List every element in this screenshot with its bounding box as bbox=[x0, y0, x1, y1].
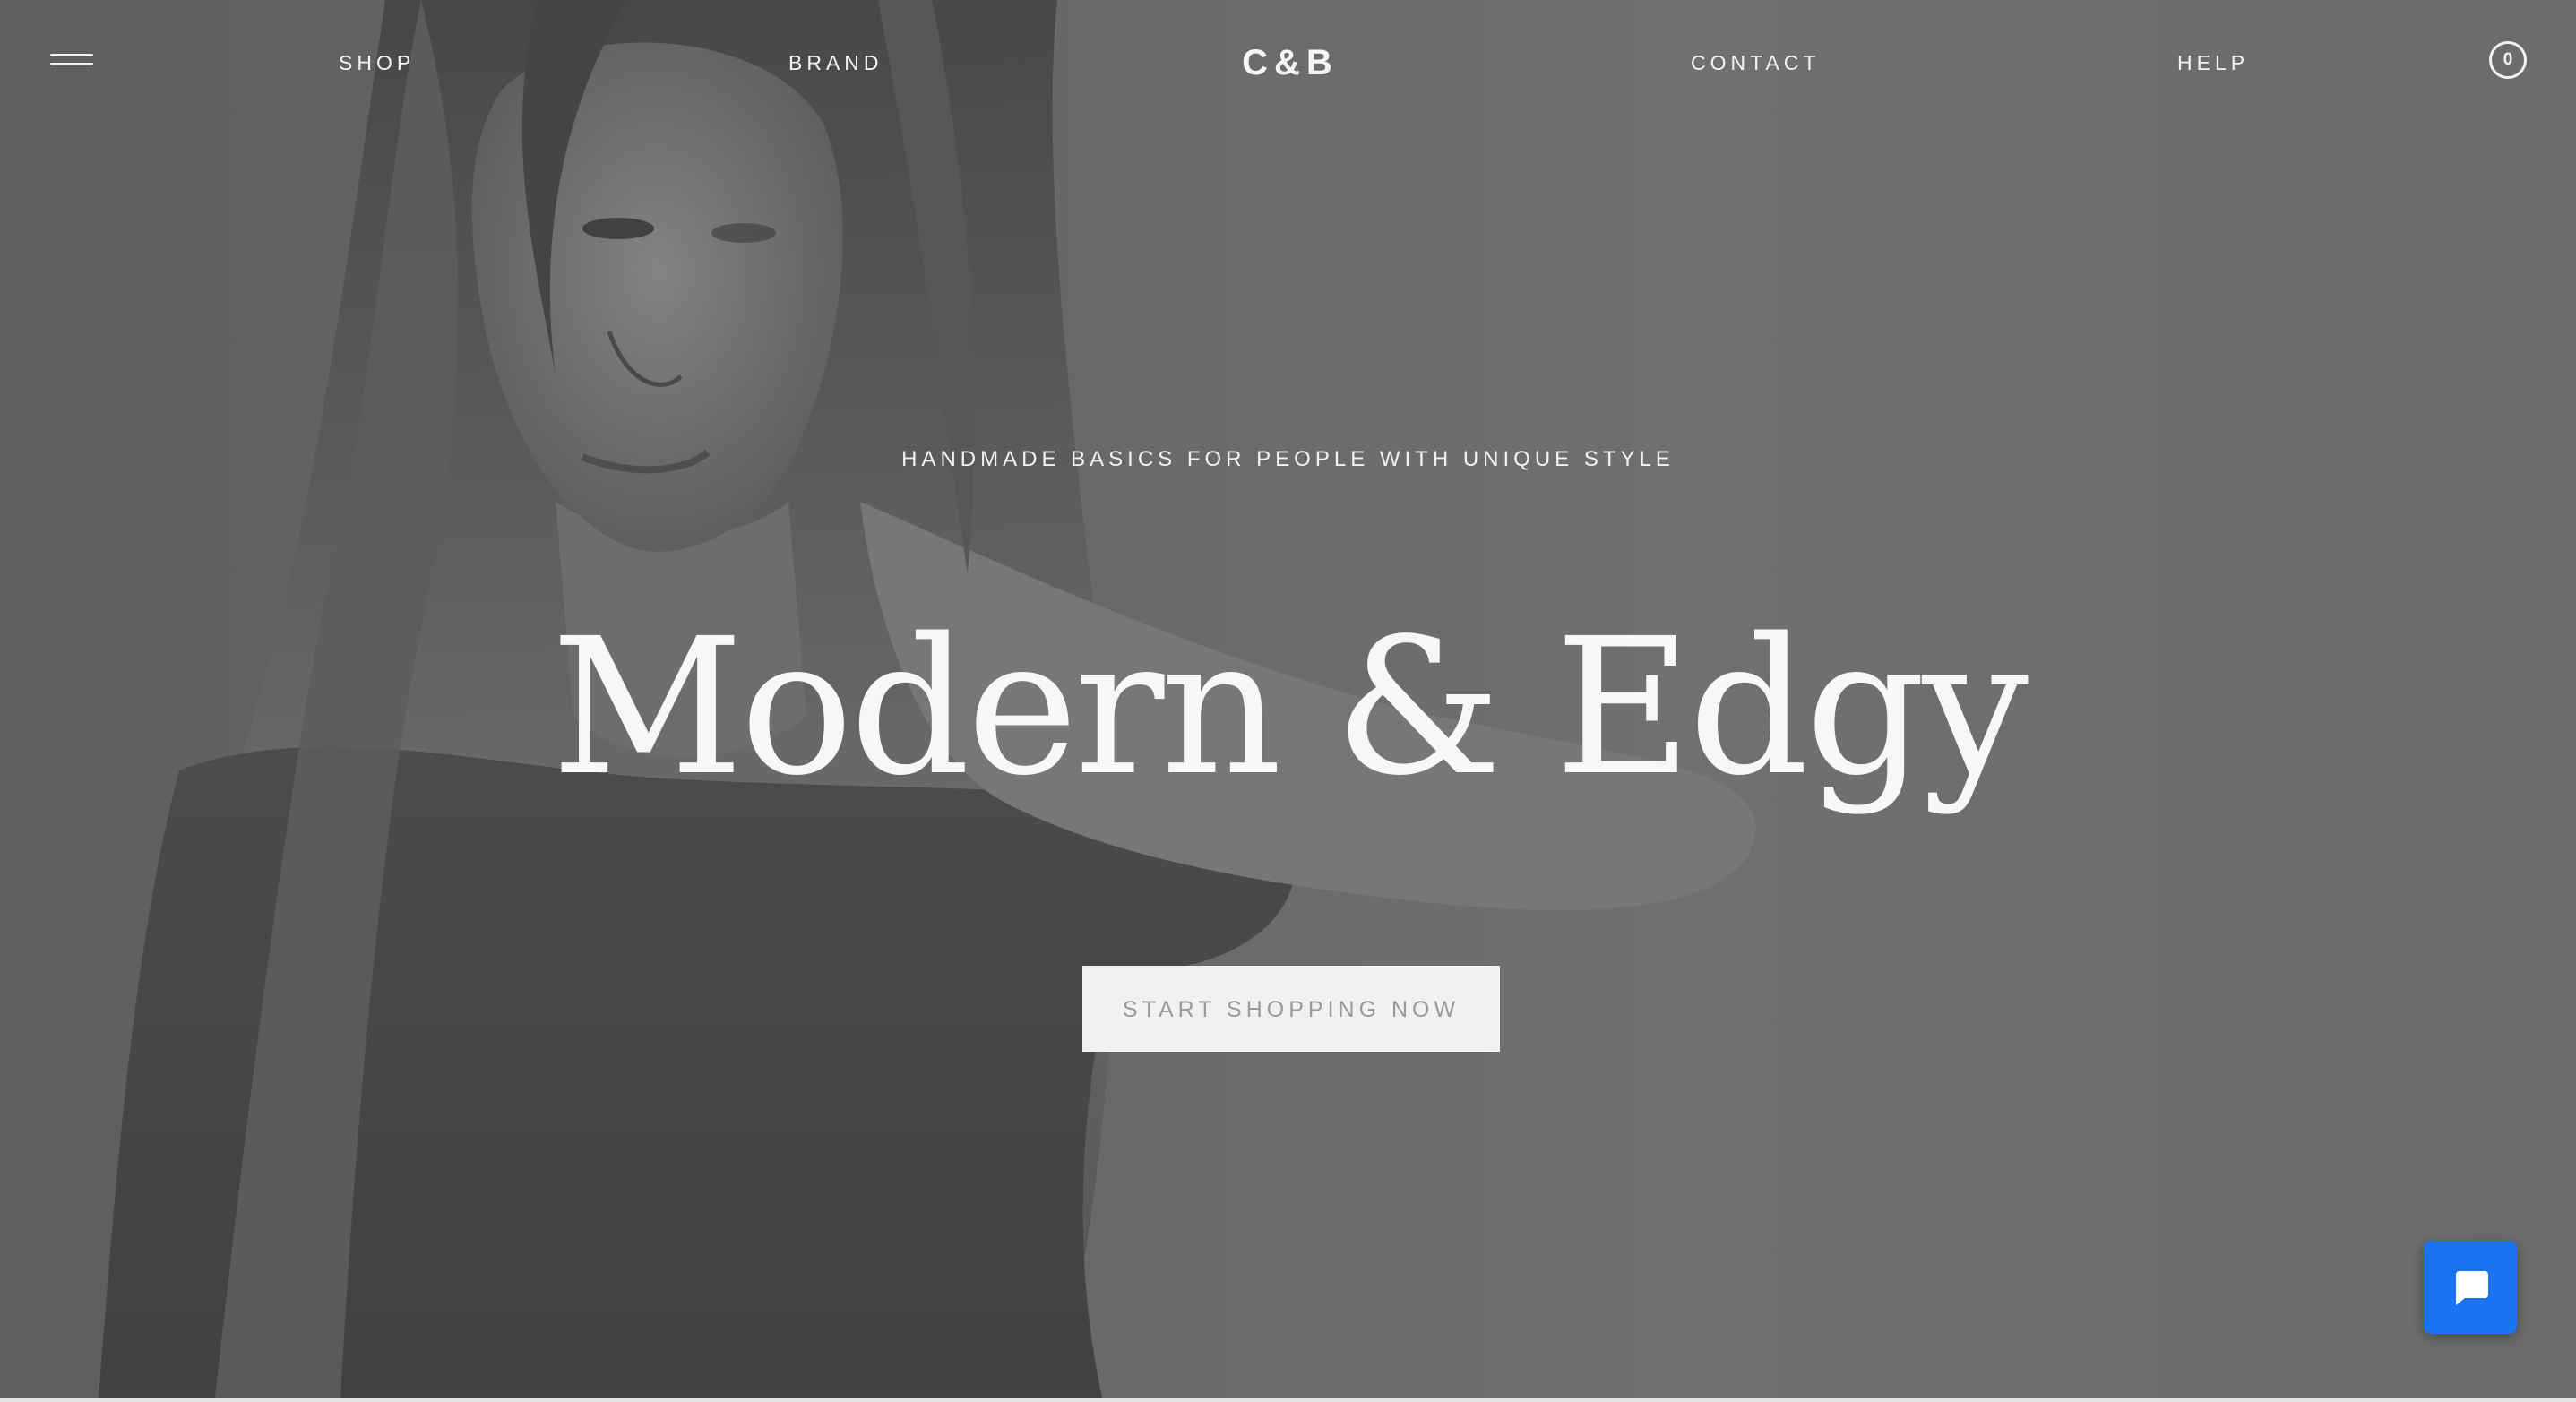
page-bottom-edge bbox=[0, 1398, 2576, 1402]
start-shopping-button[interactable]: START SHOPPING NOW bbox=[1082, 966, 1500, 1052]
chat-bubble-icon bbox=[2456, 1271, 2488, 1305]
hero-headline: Modern & Edgy bbox=[550, 598, 2029, 817]
hamburger-menu-icon[interactable] bbox=[50, 50, 95, 72]
hero-tagline: HANDMADE BASICS FOR PEOPLE WITH UNIQUE S… bbox=[901, 447, 1675, 471]
nav-help-link[interactable]: HELP bbox=[2177, 47, 2249, 79]
nav-shop-link[interactable]: SHOP bbox=[339, 47, 415, 79]
cart-count-badge[interactable]: 0 bbox=[2489, 41, 2527, 79]
site-logo[interactable]: C&B bbox=[1219, 38, 1362, 88]
nav-brand-link[interactable]: BRAND bbox=[788, 47, 883, 79]
chat-widget-button[interactable] bbox=[2424, 1241, 2517, 1334]
nav-contact-link[interactable]: CONTACT bbox=[1691, 47, 1820, 79]
